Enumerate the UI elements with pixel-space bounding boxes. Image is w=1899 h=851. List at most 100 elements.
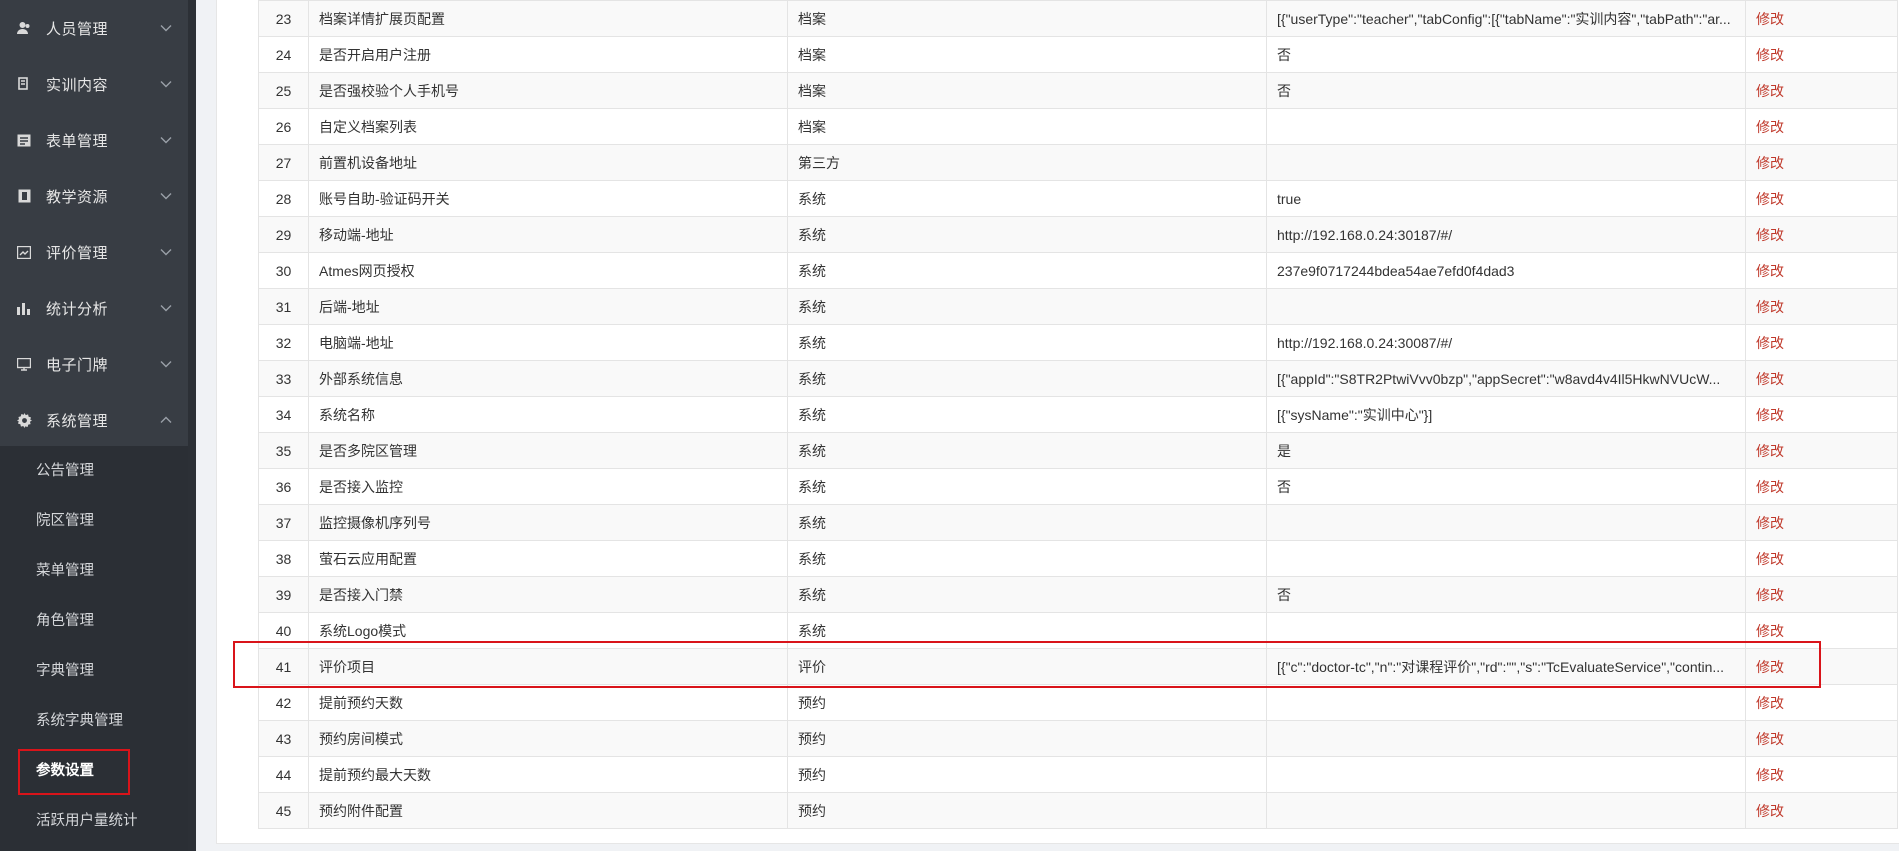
edit-link[interactable]: 修改 [1756, 335, 1784, 351]
chevron-down-icon [160, 357, 174, 371]
row-index: 26 [258, 108, 309, 145]
table-row: 36 是否接入监控 系统否修改 [258, 468, 1898, 505]
edit-link[interactable]: 修改 [1756, 695, 1784, 711]
edit-link[interactable]: 修改 [1756, 191, 1784, 207]
app-root: 人员管理实训内容表单管理教学资源评价管理 统计分析 电子门牌系统管理 公告管理 院区管… [0, 0, 1899, 851]
document-icon [16, 76, 32, 92]
action-cell: 修改 [1745, 252, 1898, 289]
sidebar-group-5[interactable]: 评价管理 [0, 224, 196, 280]
row-index: 41 [258, 648, 309, 685]
submenu-item-1[interactable]: 公告管理 [0, 446, 188, 496]
edit-link[interactable]: 修改 [1756, 227, 1784, 243]
param-value: 237e9f0717244bdea54ae7efd0f4dad3 [1266, 252, 1746, 289]
action-cell: 修改 [1745, 612, 1898, 649]
table-row: 27 前置机设备地址 第三方 修改 [258, 144, 1898, 181]
submenu-item-3[interactable]: 菜单管理 [0, 546, 188, 596]
action-cell: 修改 [1745, 432, 1898, 469]
edit-link[interactable]: 修改 [1756, 371, 1784, 387]
edit-link[interactable]: 修改 [1756, 659, 1784, 675]
param-type: 第三方 [787, 144, 1267, 181]
param-type: 系统 [787, 288, 1267, 325]
param-type: 系统 [787, 612, 1267, 649]
param-type: 档案 [787, 36, 1267, 73]
edit-link[interactable]: 修改 [1756, 407, 1784, 423]
param-value: [{"appId":"S8TR2PtwiVvv0bzp","appSecret"… [1266, 360, 1746, 397]
row-index: 33 [258, 360, 309, 397]
parameter-table: 23 档案详情扩展页配置 档案 [{"userType":"teacher","tab… [258, 0, 1898, 829]
param-name: 后端-地址 [308, 288, 788, 325]
param-name: 预约附件配置 [308, 792, 788, 829]
action-cell: 修改 [1745, 108, 1898, 145]
table-row: 42 提前预约天数 预约 修改 [258, 684, 1898, 721]
edit-link[interactable]: 修改 [1756, 731, 1784, 747]
submenu-item-6[interactable]: 系统字典管理 [0, 696, 188, 746]
edit-link[interactable]: 修改 [1756, 263, 1784, 279]
sidebar-group-4[interactable]: 教学资源 [0, 168, 196, 224]
edit-link[interactable]: 修改 [1756, 551, 1784, 567]
edit-link[interactable]: 修改 [1756, 11, 1784, 27]
param-value: 否 [1266, 468, 1746, 505]
param-value [1266, 720, 1746, 757]
table-row: 35 是否多院区管理 系统是修改 [258, 432, 1898, 469]
table-row: 34 系统名称 系统 [{"sysName":"实训中心"}] 修改 [258, 396, 1898, 433]
param-name: 提前预约最大天数 [308, 756, 788, 793]
param-type: 预约 [787, 792, 1267, 829]
param-name: 前置机设备地址 [308, 144, 788, 181]
row-index: 34 [258, 396, 309, 433]
edit-link[interactable]: 修改 [1756, 767, 1784, 783]
edit-link[interactable]: 修改 [1756, 587, 1784, 603]
main-content: 23 档案详情扩展页配置 档案 [{"userType":"teacher","tab… [196, 0, 1899, 851]
chevron-down-icon [160, 189, 174, 203]
sidebar-group-2[interactable]: 实训内容 [0, 56, 196, 112]
action-cell: 修改 [1745, 216, 1898, 253]
sidebar-group-6[interactable]: 统计分析 [0, 280, 196, 336]
action-cell: 修改 [1745, 0, 1898, 37]
param-type: 系统 [787, 504, 1267, 541]
edit-link[interactable]: 修改 [1756, 119, 1784, 135]
row-index: 40 [258, 612, 309, 649]
table-row: 25 是否强校验个人手机号 档案否修改 [258, 72, 1898, 109]
action-cell: 修改 [1745, 324, 1898, 361]
param-type: 系统 [787, 540, 1267, 577]
submenu-item-8[interactable]: 活跃用户量统计 [0, 796, 188, 846]
action-cell: 修改 [1745, 540, 1898, 577]
param-name: 是否强校验个人手机号 [308, 72, 788, 109]
active-item-highlight-box [18, 749, 130, 795]
edit-link[interactable]: 修改 [1756, 299, 1784, 315]
row-index: 23 [258, 0, 309, 37]
submenu-item-2[interactable]: 院区管理 [0, 496, 188, 546]
chevron-down-icon [160, 301, 174, 315]
edit-link[interactable]: 修改 [1756, 623, 1784, 639]
edit-link[interactable]: 修改 [1756, 443, 1784, 459]
sidebar-group-label: 实训内容 [46, 76, 109, 94]
edit-link[interactable]: 修改 [1756, 479, 1784, 495]
submenu-item-5[interactable]: 字典管理 [0, 646, 188, 696]
edit-link[interactable]: 修改 [1756, 155, 1784, 171]
table-row: 33 外部系统信息 系统 [{"appId":"S8TR2PtwiVvv0bzp","… [258, 360, 1898, 397]
sidebar-group-1[interactable]: 人员管理 [0, 0, 196, 56]
row-index: 44 [258, 756, 309, 793]
param-type: 系统 [787, 252, 1267, 289]
param-type: 系统 [787, 432, 1267, 469]
submenu-item-4[interactable]: 角色管理 [0, 596, 188, 646]
param-type: 预约 [787, 684, 1267, 721]
table-row: 24 是否开启用户注册 档案否修改 [258, 36, 1898, 73]
edit-link[interactable]: 修改 [1756, 47, 1784, 63]
row-index: 31 [258, 288, 309, 325]
sidebar-group-label: 教学资源 [46, 188, 109, 206]
param-type: 档案 [787, 72, 1267, 109]
sidebar-group-7[interactable]: 电子门牌 [0, 336, 196, 392]
action-cell: 修改 [1745, 504, 1898, 541]
sidebar-group-8[interactable]: 系统管理 [0, 392, 196, 448]
sidebar-group-label: 系统管理 [46, 412, 109, 430]
sidebar-group-3[interactable]: 表单管理 [0, 112, 196, 168]
edit-link[interactable]: 修改 [1756, 803, 1784, 819]
param-value: [{"sysName":"实训中心"}] [1266, 396, 1746, 433]
edit-link[interactable]: 修改 [1756, 83, 1784, 99]
param-type: 档案 [787, 108, 1267, 145]
edit-link[interactable]: 修改 [1756, 515, 1784, 531]
param-name: 萤石云应用配置 [308, 540, 788, 577]
sidebar: 人员管理实训内容表单管理教学资源评价管理 统计分析 电子门牌系统管理 公告管理 院区管… [0, 0, 196, 851]
table-row: 32 电脑端-地址 系统 http://192.168.0.24:30087/#/ 修改 [258, 324, 1898, 361]
row-index: 29 [258, 216, 309, 253]
